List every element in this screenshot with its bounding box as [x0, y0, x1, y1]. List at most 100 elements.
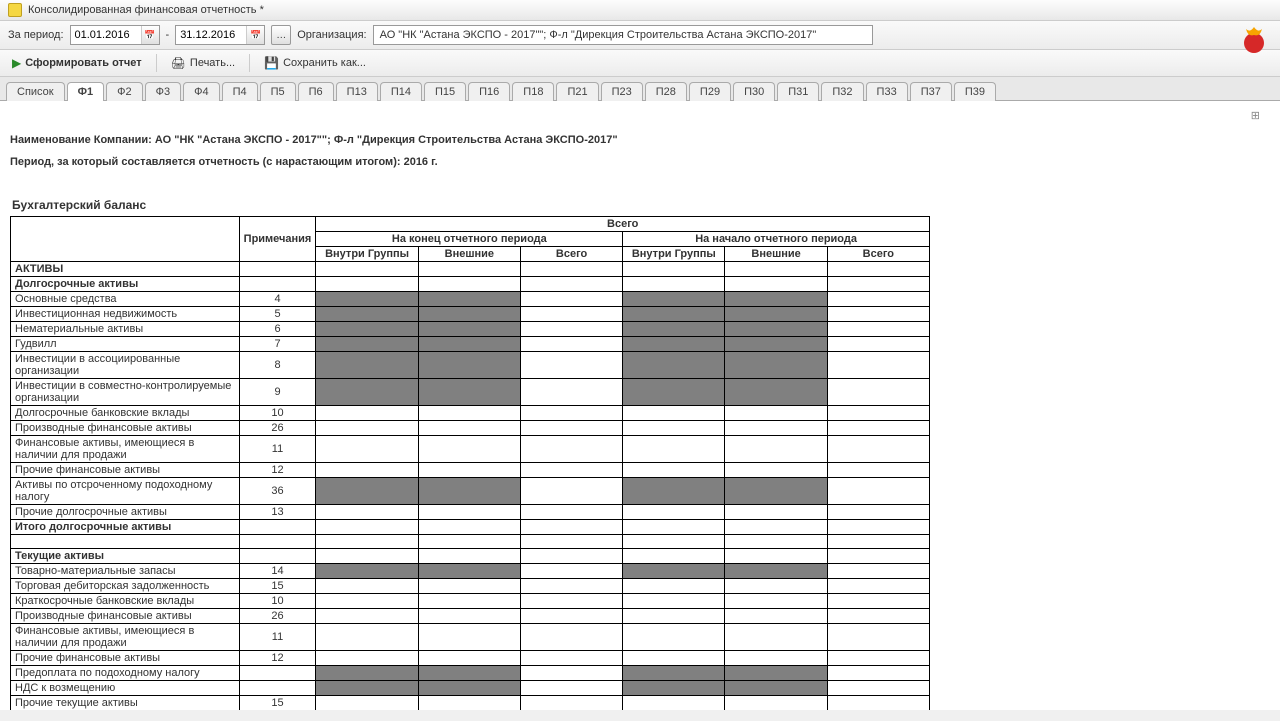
- cell[interactable]: [520, 651, 622, 666]
- cell[interactable]: [316, 520, 418, 535]
- cell[interactable]: [725, 579, 827, 594]
- tab-П32[interactable]: П32: [821, 82, 863, 101]
- cell[interactable]: [725, 352, 827, 379]
- cell[interactable]: [520, 535, 622, 549]
- cell[interactable]: [623, 292, 725, 307]
- tab-П29[interactable]: П29: [689, 82, 731, 101]
- cell[interactable]: [725, 535, 827, 549]
- cell[interactable]: [520, 505, 622, 520]
- save-as-button[interactable]: 💾 Сохранить как...: [260, 54, 370, 72]
- cell[interactable]: [623, 337, 725, 352]
- cell[interactable]: [623, 535, 725, 549]
- cell[interactable]: [520, 292, 622, 307]
- cell[interactable]: [623, 681, 725, 696]
- cell[interactable]: [316, 651, 418, 666]
- tab-Ф2[interactable]: Ф2: [106, 82, 142, 101]
- tab-П30[interactable]: П30: [733, 82, 775, 101]
- cell[interactable]: [520, 262, 622, 277]
- tab-П37[interactable]: П37: [910, 82, 952, 101]
- cell[interactable]: [623, 322, 725, 337]
- cell[interactable]: [623, 609, 725, 624]
- cell[interactable]: [316, 421, 418, 436]
- cell[interactable]: [827, 322, 929, 337]
- cell[interactable]: [725, 624, 827, 651]
- cell[interactable]: [725, 337, 827, 352]
- cell[interactable]: [623, 307, 725, 322]
- print-button[interactable]: 🖨 Печать...: [167, 54, 239, 72]
- cell[interactable]: [725, 436, 827, 463]
- cell[interactable]: [827, 579, 929, 594]
- cell[interactable]: [316, 609, 418, 624]
- cell[interactable]: [418, 478, 520, 505]
- tab-П33[interactable]: П33: [866, 82, 908, 101]
- cell[interactable]: [316, 307, 418, 322]
- cell[interactable]: [725, 666, 827, 681]
- cell[interactable]: [827, 337, 929, 352]
- cell[interactable]: [418, 594, 520, 609]
- cell[interactable]: [623, 651, 725, 666]
- cell[interactable]: [418, 651, 520, 666]
- cell[interactable]: [418, 666, 520, 681]
- cell[interactable]: [725, 322, 827, 337]
- tab-Ф1[interactable]: Ф1: [67, 82, 105, 101]
- cell[interactable]: [316, 535, 418, 549]
- cell[interactable]: [725, 520, 827, 535]
- cell[interactable]: [623, 624, 725, 651]
- cell[interactable]: [418, 681, 520, 696]
- cell[interactable]: [316, 292, 418, 307]
- cell[interactable]: [725, 696, 827, 711]
- cell[interactable]: [827, 681, 929, 696]
- cell[interactable]: [316, 696, 418, 711]
- tab-П15[interactable]: П15: [424, 82, 466, 101]
- document-area[interactable]: ⊞ Наименование Компании: АО "НК "Астана …: [0, 101, 1280, 710]
- cell[interactable]: [623, 594, 725, 609]
- cell[interactable]: [418, 609, 520, 624]
- tab-П18[interactable]: П18: [512, 82, 554, 101]
- cell[interactable]: [316, 478, 418, 505]
- cell[interactable]: [316, 277, 418, 292]
- cell[interactable]: [827, 564, 929, 579]
- cell[interactable]: [316, 322, 418, 337]
- cell[interactable]: [725, 406, 827, 421]
- date-from-input[interactable]: [71, 26, 141, 44]
- cell[interactable]: [725, 549, 827, 564]
- cell[interactable]: [827, 594, 929, 609]
- cell[interactable]: [418, 337, 520, 352]
- tab-П16[interactable]: П16: [468, 82, 510, 101]
- cell[interactable]: [827, 609, 929, 624]
- cell[interactable]: [520, 624, 622, 651]
- calendar-icon[interactable]: 📅: [141, 26, 159, 44]
- expand-button[interactable]: ⊞: [10, 107, 1270, 124]
- cell[interactable]: [725, 651, 827, 666]
- cell[interactable]: [316, 379, 418, 406]
- cell[interactable]: [827, 535, 929, 549]
- cell[interactable]: [316, 436, 418, 463]
- cell[interactable]: [623, 579, 725, 594]
- cell[interactable]: [623, 696, 725, 711]
- tab-П28[interactable]: П28: [645, 82, 687, 101]
- cell[interactable]: [316, 681, 418, 696]
- org-field[interactable]: АО "НК "Астана ЭКСПО - 2017""; Ф-л "Дире…: [373, 25, 873, 45]
- cell[interactable]: [725, 277, 827, 292]
- cell[interactable]: [827, 549, 929, 564]
- tab-П13[interactable]: П13: [336, 82, 378, 101]
- cell[interactable]: [623, 505, 725, 520]
- cell[interactable]: [316, 352, 418, 379]
- cell[interactable]: [725, 262, 827, 277]
- cell[interactable]: [418, 579, 520, 594]
- cell[interactable]: [418, 379, 520, 406]
- cell[interactable]: [418, 463, 520, 478]
- tab-П39[interactable]: П39: [954, 82, 996, 101]
- cell[interactable]: [725, 609, 827, 624]
- cell[interactable]: [725, 379, 827, 406]
- cell[interactable]: [623, 379, 725, 406]
- cell[interactable]: [520, 421, 622, 436]
- cell[interactable]: [623, 478, 725, 505]
- tab-П21[interactable]: П21: [556, 82, 598, 101]
- cell[interactable]: [520, 352, 622, 379]
- cell[interactable]: [827, 352, 929, 379]
- cell[interactable]: [725, 478, 827, 505]
- cell[interactable]: [418, 505, 520, 520]
- tab-Ф4[interactable]: Ф4: [183, 82, 219, 101]
- tab-П14[interactable]: П14: [380, 82, 422, 101]
